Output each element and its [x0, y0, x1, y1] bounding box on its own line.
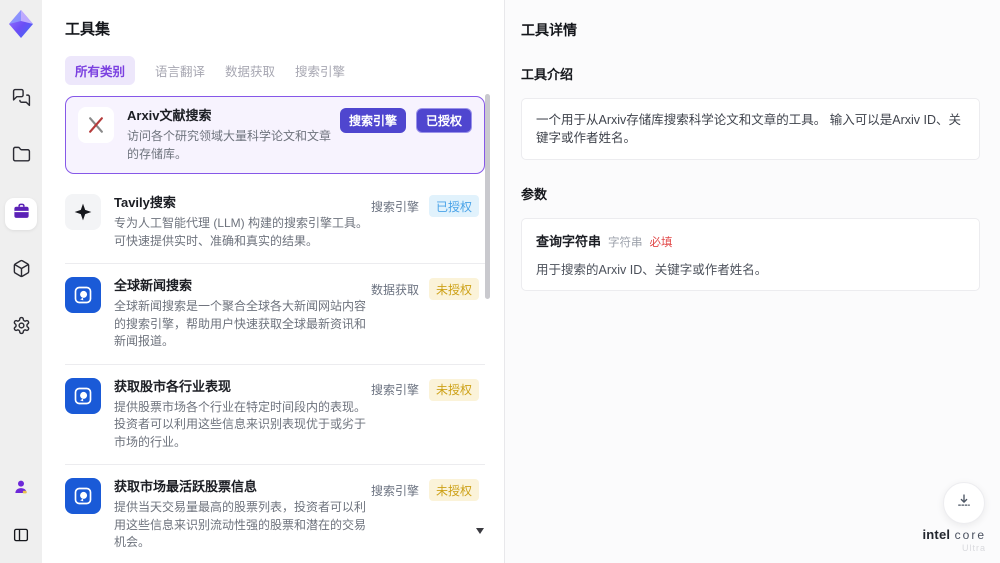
tab-1[interactable]: 语言翻译 [155, 56, 205, 85]
sidebar-item-account[interactable] [5, 473, 37, 505]
tool-desc: 全球新闻搜索是一个聚合全球各大新闻网站内容的搜索引擎，帮助用户快速获取全球最新资… [114, 299, 367, 348]
auth-badge: 已授权 [415, 108, 472, 133]
tool-desc: 提供当天交易量最高的股票列表，投资者可以利用这些信息来识别流动性强的股票和潜在的… [114, 500, 367, 549]
box-icon [12, 259, 31, 283]
param-name: 查询字符串 [536, 234, 602, 249]
tool-detail-panel: 工具详情 工具介绍 一个用于从Arxiv存储库搜索科学论文和文章的工具。 输入可… [504, 0, 1000, 563]
app-window: 工具集 所有类别 语言翻译 数据获取 搜索引擎 Arxiv文献搜索 访问各个研究领域大… [0, 0, 1000, 563]
arxiv-icon [78, 107, 114, 143]
auth-badge: 未授权 [428, 378, 479, 401]
intro-heading: 工具介绍 [521, 67, 574, 82]
list-scrollbar[interactable] [485, 94, 490, 299]
download-icon [955, 492, 973, 515]
sidebar [0, 0, 42, 563]
tool-desc: 提供股票市场各个行业在特定时间段内的表现。投资者可以利用这些信息来识别表现优于或… [114, 399, 367, 449]
category-badge: 搜索引擎 [370, 483, 419, 498]
scroll-caret-icon [476, 528, 484, 534]
toolbox-icon [12, 202, 31, 226]
tab-2[interactable]: 数据获取 [225, 56, 275, 85]
detail-title: 工具详情 [521, 22, 577, 38]
tool-name: 获取市场最活跃股票信息 [114, 479, 258, 494]
panel-left-icon [12, 526, 30, 549]
tool-name: Tavily搜索 [114, 195, 176, 210]
sidebar-item-packages[interactable] [5, 255, 37, 287]
sidebar-item-files[interactable] [5, 141, 37, 173]
auth-badge: 未授权 [428, 479, 479, 501]
gear-icon [12, 316, 31, 340]
user-icon [12, 478, 30, 501]
brand-core: core [954, 528, 986, 542]
tool-desc: 专为人工智能代理 (LLM) 构建的搜索引擎工具。可快速提供实时、准确和真实的结… [114, 216, 369, 248]
tool-row[interactable]: 获取市场最活跃股票信息 提供当天交易量最高的股票列表，投资者可以利用这些信息来识… [65, 465, 485, 563]
tool-list: Arxiv文献搜索 访问各个研究领域大量科学论文和文章的存储库。 搜索引擎 已授… [65, 96, 485, 563]
category-badge: 搜索引擎 [370, 199, 419, 214]
page-title: 工具集 [65, 21, 111, 38]
param-box: 查询字符串 字符串 必填 用于搜索的Arxiv ID、关键字或作者姓名。 [521, 218, 980, 291]
intro-text: 一个用于从Arxiv存储库搜索科学论文和文章的工具。 输入可以是Arxiv ID… [536, 113, 962, 145]
tool-row[interactable]: Tavily搜索 专为人工智能代理 (LLM) 构建的搜索引擎工具。可快速提供实… [65, 181, 485, 264]
tool-name: Arxiv文献搜索 [127, 108, 212, 123]
tool-row[interactable]: 全球新闻搜索 全球新闻搜索是一个聚合全球各大新闻网站内容的搜索引擎，帮助用户快速… [65, 264, 485, 365]
tab-0[interactable]: 所有类别 [65, 56, 136, 85]
tool-name: 全球新闻搜索 [114, 278, 193, 293]
auth-badge: 未授权 [428, 278, 479, 300]
param-required-badge: 必填 [649, 237, 673, 249]
tavily-icon [65, 194, 101, 230]
tool-name: 获取股市各行业表现 [114, 378, 232, 394]
chat-icon [12, 88, 31, 112]
param-type: 字符串 [608, 237, 643, 249]
param-desc: 用于搜索的Arxiv ID、关键字或作者姓名。 [536, 263, 768, 277]
tool-list-panel: 工具集 所有类别 语言翻译 数据获取 搜索引擎 Arxiv文献搜索 访问各个研究领域大… [42, 0, 504, 563]
category-badge: 数据获取 [370, 282, 419, 297]
sidebar-item-settings[interactable] [5, 312, 37, 344]
auth-badge: 已授权 [428, 195, 479, 217]
sidebar-item-chat[interactable] [5, 84, 37, 116]
category-tabs: 所有类别 语言翻译 数据获取 搜索引擎 [65, 56, 504, 85]
download-button[interactable] [943, 482, 985, 524]
intel-core-logo: intel core Ultra [922, 527, 986, 554]
intro-box: 一个用于从Arxiv存储库搜索科学论文和文章的工具。 输入可以是Arxiv ID… [521, 98, 980, 160]
sidebar-item-tools[interactable] [5, 198, 37, 230]
category-badge: 搜索引擎 [339, 108, 406, 133]
tool-desc: 访问各个研究领域大量科学论文和文章的存储库。 [127, 129, 332, 161]
sidebar-item-collapse[interactable] [5, 521, 37, 553]
brand-intel: intel [922, 527, 951, 542]
newsblue-icon [65, 377, 101, 414]
tool-row[interactable]: 获取股市各行业表现 提供股票市场各个行业在特定时间段内的表现。投资者可以利用这些… [65, 364, 485, 465]
tab-3[interactable]: 搜索引擎 [295, 56, 345, 85]
newsblue-icon [65, 478, 101, 514]
app-logo-icon [8, 9, 34, 44]
brand-ultra: Ultra [961, 543, 986, 553]
folder-icon [12, 145, 31, 169]
params-heading: 参数 [521, 187, 548, 202]
newsblue-icon [65, 277, 101, 313]
tool-row[interactable]: Arxiv文献搜索 访问各个研究领域大量科学论文和文章的存储库。 搜索引擎 已授… [65, 96, 485, 174]
category-badge: 搜索引擎 [370, 383, 419, 397]
